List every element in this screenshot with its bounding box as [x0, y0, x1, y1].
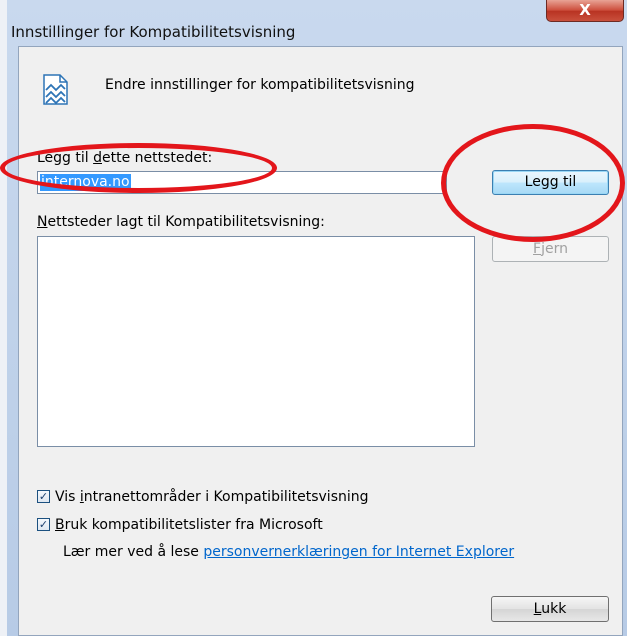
red-annotation-ellipse-button	[441, 124, 625, 242]
remove-button-label: Fjern	[533, 241, 568, 257]
microsoft-lists-option-label: Bruk kompatibilitetslister fra Microsoft	[55, 517, 323, 533]
list-label: Nettsteder lagt til Kompatibilitetsvisni…	[37, 214, 325, 230]
intranet-option-label: Vis intranettområder i Kompatibilitetsvi…	[55, 489, 369, 505]
red-annotation-ellipse-input	[0, 143, 277, 193]
microsoft-lists-checkbox[interactable]: ✓	[37, 518, 50, 531]
header-text: Endre innstillinger for kompatibilitetsv…	[105, 77, 415, 93]
background-edge	[0, 0, 7, 636]
close-window-button[interactable]: X	[546, 0, 624, 22]
close-button-label: Lukk	[533, 601, 567, 617]
privacy-statement-link[interactable]: personvernerklæringen for Internet Explo…	[203, 544, 514, 560]
compatibility-view-icon	[43, 74, 68, 105]
learn-more-line: Lær mer ved å lese personvernerklæringen…	[63, 544, 515, 560]
title-bar[interactable]: Innstillinger for Kompatibilitetsvisning…	[7, 0, 627, 46]
intranet-checkbox[interactable]: ✓	[37, 490, 50, 503]
dialog-title: Innstillinger for Kompatibilitetsvisning	[11, 23, 296, 41]
close-button[interactable]: Lukk	[491, 596, 609, 622]
dialog-window: Innstillinger for Kompatibilitetsvisning…	[7, 0, 627, 636]
close-icon: X	[579, 1, 591, 19]
compatibility-sites-list[interactable]	[37, 236, 475, 447]
